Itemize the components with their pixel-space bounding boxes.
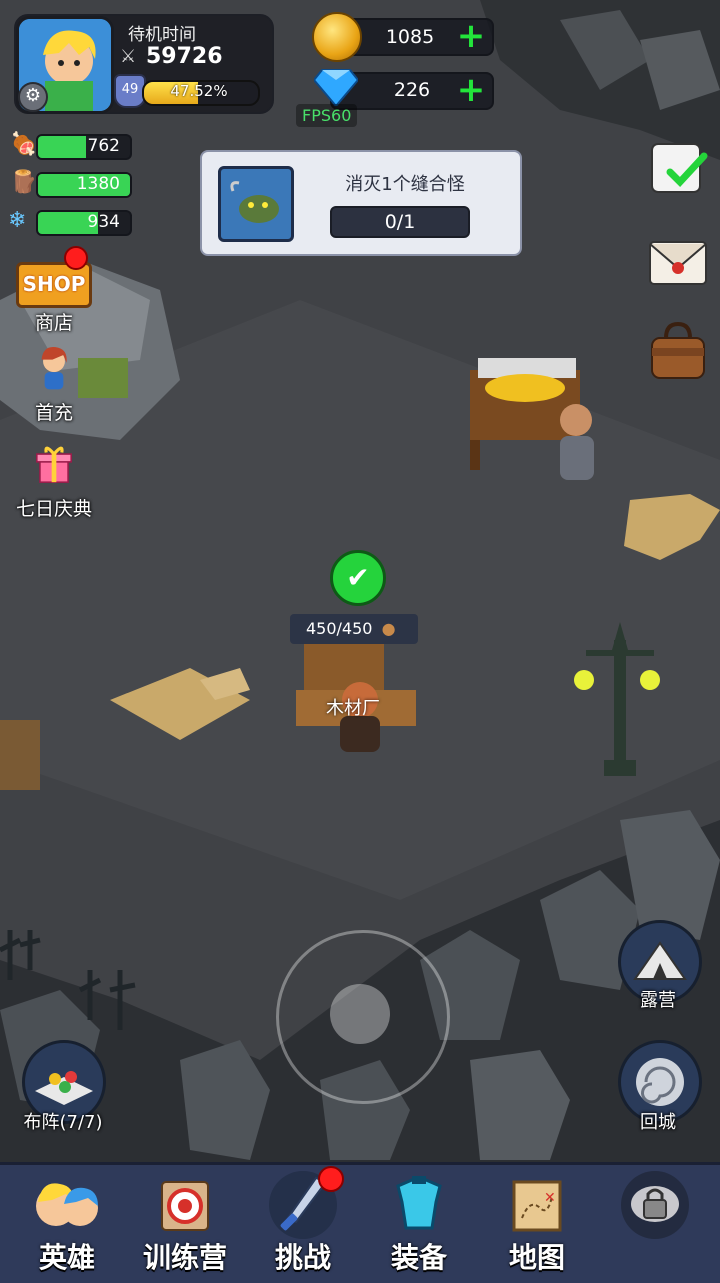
combat-power-value: 59726 — [146, 44, 223, 69]
challenge-notification-dot — [318, 1166, 344, 1192]
quest-progress-text: 0/1 — [384, 211, 416, 233]
tab-map[interactable]: ✕ 地图 — [478, 1168, 596, 1276]
first-recharge-label: 首充 — [34, 402, 73, 424]
training-target-icon — [161, 1181, 209, 1231]
tab-training-label: 训练营 — [142, 1241, 227, 1274]
fps-counter: FPS60 — [296, 104, 358, 127]
joystick-knob[interactable] — [330, 984, 390, 1044]
add-gems-button[interactable]: + — [456, 73, 486, 107]
stitched-monster-icon — [218, 166, 294, 242]
shop-notification-dot — [64, 246, 88, 270]
tab-equipment-label: 装备 — [390, 1241, 447, 1274]
armor-icon — [396, 1176, 442, 1230]
wood-log-icon: ● — [381, 619, 396, 638]
lumber-mill-name: 木材厂 — [326, 698, 380, 719]
lumber-production-label: 450/450 ● — [290, 614, 418, 644]
add-gold-button[interactable]: + — [456, 19, 486, 53]
task-checklist-icon[interactable] — [644, 134, 712, 202]
seven-day-label: 七日庆典 — [15, 498, 92, 520]
locked-icon — [621, 1171, 689, 1239]
shop-button[interactable]: SHOP 商店 — [8, 252, 100, 335]
shop-sign-text: SHOP — [22, 272, 86, 296]
blue-gem-icon — [314, 69, 358, 106]
tab-challenge-label: 挑战 — [274, 1241, 331, 1274]
tab-heroes[interactable]: 英雄 — [8, 1168, 126, 1276]
gold-amount: 1085 — [385, 26, 435, 48]
return-city-label: 回城 — [640, 1112, 676, 1133]
tab-equipment[interactable]: 装备 — [360, 1168, 478, 1276]
tab-locked[interactable] — [596, 1168, 714, 1276]
tab-map-label: 地图 — [508, 1241, 565, 1274]
settings-gear-icon[interactable]: ⚙ — [18, 82, 48, 112]
tab-heroes-label: 英雄 — [38, 1241, 95, 1274]
gold-coin-icon — [312, 12, 362, 62]
shop-label: 商店 — [34, 312, 73, 334]
crystal-value: 934 — [87, 212, 120, 232]
idle-time-label: 待机时间 — [128, 25, 196, 45]
backpack-bag-icon[interactable] — [644, 318, 712, 386]
tab-training[interactable]: 训练营 — [126, 1168, 244, 1276]
wood-value: 1380 — [76, 174, 120, 194]
gift-box-icon — [36, 446, 72, 483]
crystal-icon: ❄ — [8, 208, 27, 233]
meat-value: 762 — [87, 136, 120, 156]
camp-label: 露营 — [640, 990, 676, 1011]
formation-label: 布阵(7/7) — [23, 1112, 103, 1133]
tab-challenge[interactable]: 挑战 — [244, 1168, 362, 1276]
quest-title: 消灭1个缝合怪 — [345, 174, 465, 195]
first-recharge-button[interactable]: 首充 — [8, 344, 100, 425]
seven-day-event-button[interactable]: 七日庆典 — [8, 440, 100, 521]
xp-percent: 47.52% — [170, 82, 228, 100]
svg-text:✕: ✕ — [544, 1190, 556, 1206]
collect-check-icon[interactable]: ✔ — [330, 550, 386, 606]
meat-icon: 🍖 — [10, 132, 38, 157]
mail-envelope-icon[interactable] — [644, 228, 712, 296]
power-swords-icon: ⚔ — [120, 46, 137, 67]
archer-girl-icon — [41, 346, 67, 390]
wood-icon: 🪵 — [10, 170, 38, 195]
gem-amount: 226 — [393, 79, 431, 101]
heroes-icon — [36, 1183, 98, 1226]
lumber-production-value: 450/450 — [306, 619, 373, 638]
map-icon: ✕ — [512, 1180, 562, 1232]
